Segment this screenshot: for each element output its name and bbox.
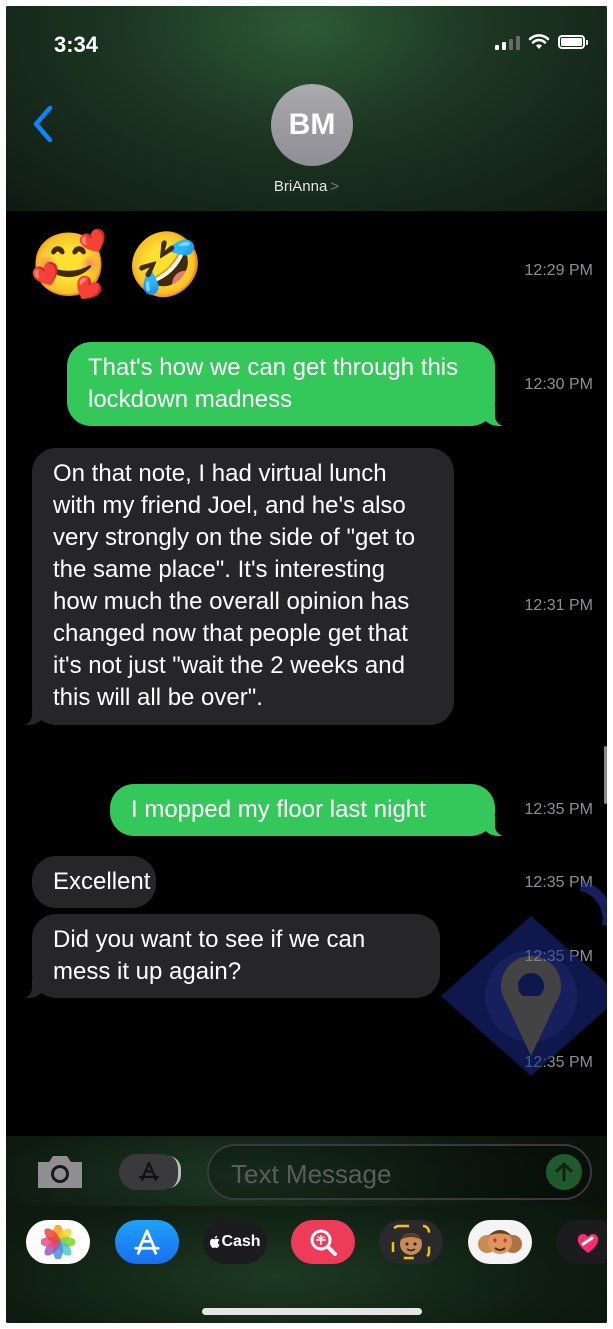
app-drawer: Cash	[6, 1206, 607, 1323]
app-store-glyph-icon	[138, 1161, 160, 1182]
message-bubble-outgoing[interactable]: That's how we can get through this lockd…	[67, 342, 521, 426]
memoji-app-icon[interactable]	[379, 1220, 443, 1264]
photos-app-icon[interactable]	[26, 1220, 90, 1264]
status-icons	[495, 34, 588, 50]
message-bubble-outgoing[interactable]: I mopped my floor last night	[110, 784, 521, 836]
arrow-up-icon[interactable]	[546, 1154, 582, 1190]
digital-touch-app-icon[interactable]	[556, 1220, 607, 1264]
apple-logo-icon	[210, 1235, 220, 1248]
battery-icon	[558, 35, 588, 49]
messages-screen: 3:34 BM BriAnna > 🥰 🤣 12:29 PM That's how…	[6, 6, 607, 1323]
chevron-left-icon[interactable]	[28, 104, 58, 144]
message-timestamp: 12:30 PM	[524, 376, 593, 393]
app-store-icon[interactable]	[119, 1154, 181, 1190]
status-time: 3:34	[54, 32, 99, 57]
message-emoji[interactable]: 🥰 🤣	[30, 230, 204, 300]
message-bubble-incoming[interactable]: Did you want to see if we can mess it up…	[6, 914, 440, 998]
text-message-placeholder: Text Message	[231, 1159, 392, 1189]
apple-cash-app-icon[interactable]: Cash	[203, 1220, 267, 1264]
cellular-signal-icon	[495, 34, 520, 50]
message-emoji[interactable]: 😆	[32, 1028, 97, 1098]
location-pin-watermark-icon	[441, 881, 607, 1076]
home-indicator[interactable]	[202, 1308, 422, 1315]
memoji-stickers-app-icon[interactable]	[468, 1220, 532, 1264]
message-timestamp: 12:35 PM	[524, 801, 593, 818]
message-bubble-incoming[interactable]: On that note, I had virtual lunch with m…	[6, 448, 454, 725]
message-timestamp: 12:35 PM	[524, 1054, 593, 1071]
wifi-icon	[528, 34, 550, 49]
contact-name-label: BriAnna	[273, 178, 328, 195]
text-message-input[interactable]: Text Message	[207, 1144, 592, 1200]
message-timestamp: 12:35 PM	[524, 948, 593, 965]
message-timestamp: 12:29 PM	[524, 262, 593, 279]
apple-cash-label: Cash	[221, 1233, 261, 1250]
conversation-header: 3:34 BM BriAnna >	[6, 6, 607, 211]
message-timestamp: 12:35 PM	[524, 874, 593, 891]
message-composer: Text Message	[6, 1136, 607, 1206]
scroll-indicator[interactable]	[604, 746, 607, 804]
message-bubble-incoming[interactable]: Excellent	[32, 856, 156, 908]
avatar[interactable]: BM	[271, 84, 353, 166]
message-timestamp: 12:31 PM	[524, 597, 593, 614]
camera-icon[interactable]	[34, 1152, 86, 1192]
app-store-app-icon[interactable]	[115, 1220, 179, 1264]
web-images-app-icon[interactable]	[291, 1220, 355, 1264]
chevron-right-icon: >	[330, 178, 340, 195]
contact-name[interactable]: BriAnna >	[6, 178, 607, 195]
